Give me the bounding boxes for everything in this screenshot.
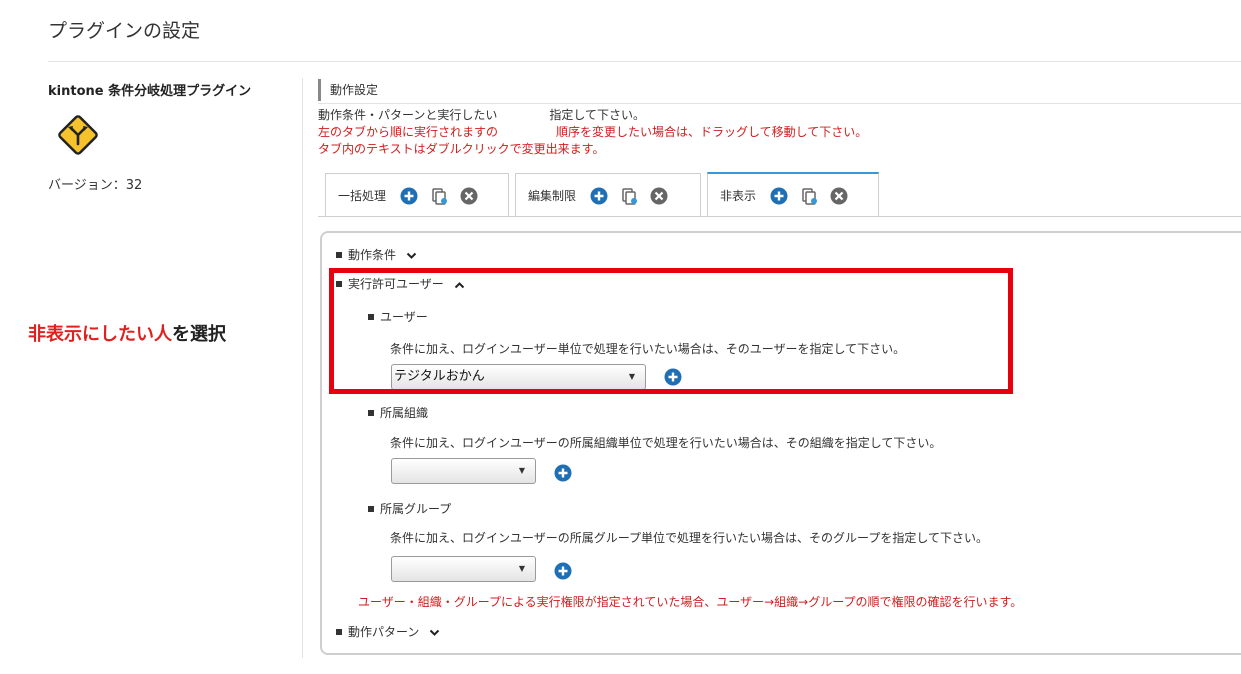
condition-toggle[interactable]: 動作条件 bbox=[336, 247, 417, 263]
plugin-version: バージョン：32 bbox=[48, 178, 143, 193]
tab-label: 非表示 bbox=[720, 189, 757, 203]
org-heading: 所属組織 bbox=[368, 405, 428, 421]
org-select[interactable]: ▼ bbox=[391, 458, 536, 484]
add-group-icon[interactable] bbox=[554, 562, 572, 580]
bullet-icon bbox=[368, 409, 374, 416]
settings-desc-1: 動作条件・パターンと実行したい 指定して下さい。 bbox=[318, 108, 646, 122]
add-tab-icon[interactable] bbox=[590, 187, 608, 205]
tab-hide[interactable]: 非表示 bbox=[707, 172, 879, 217]
annotation-callout: 非表示にしたい人を選択 bbox=[28, 320, 226, 346]
dropdown-arrow-icon: ▼ bbox=[518, 564, 525, 573]
diverge-road-sign-icon bbox=[58, 115, 98, 155]
plugin-name: kintone 条件分岐処理プラグイン bbox=[48, 84, 252, 99]
chevron-down-icon bbox=[406, 252, 417, 259]
group-desc: 条件に加え、ログインユーザーの所属グループ単位で処理を行いたい場合は、そのグルー… bbox=[390, 531, 988, 545]
highlight-box bbox=[329, 268, 1013, 394]
copy-tab-icon[interactable] bbox=[620, 187, 638, 205]
chevron-down-icon bbox=[430, 629, 440, 636]
delete-tab-icon[interactable] bbox=[830, 187, 848, 205]
tab-edit-restriction[interactable]: 編集制限 bbox=[515, 173, 701, 217]
bullet-icon bbox=[336, 628, 342, 635]
org-desc: 条件に加え、ログインユーザーの所属組織単位で処理を行いたい場合は、その組織を指定… bbox=[390, 436, 942, 450]
group-heading: 所属グループ bbox=[368, 501, 451, 517]
annotation-rest: を選択 bbox=[172, 324, 226, 345]
copy-tab-icon[interactable] bbox=[430, 187, 448, 205]
copy-tab-icon[interactable] bbox=[800, 187, 818, 205]
tab-bulk-process[interactable]: 一括処理 bbox=[325, 173, 509, 217]
add-org-icon[interactable] bbox=[554, 464, 572, 482]
annotation-highlight: 非表示にしたい人 bbox=[28, 324, 172, 345]
add-tab-icon[interactable] bbox=[400, 187, 418, 205]
delete-tab-icon[interactable] bbox=[460, 187, 478, 205]
add-tab-icon[interactable] bbox=[770, 187, 788, 205]
section-divider bbox=[318, 103, 1241, 104]
bullet-icon bbox=[368, 505, 374, 512]
tabs-baseline bbox=[318, 216, 1241, 217]
bullet-icon bbox=[336, 251, 342, 258]
sidebar-divider bbox=[302, 78, 303, 658]
title-divider bbox=[48, 61, 1241, 62]
dropdown-arrow-icon: ▼ bbox=[518, 466, 525, 475]
delete-tab-icon[interactable] bbox=[650, 187, 668, 205]
section-heading: 動作設定 bbox=[318, 79, 378, 101]
tab-label: 編集制限 bbox=[528, 189, 577, 203]
permission-note: ユーザー・組織・グループによる実行権限が指定されていた場合、ユーザー→組織→グル… bbox=[358, 595, 1023, 609]
pattern-toggle[interactable]: 動作パターン bbox=[336, 624, 440, 640]
settings-desc-2: 左のタブから順に実行されますの 順序を変更したい場合は、ドラッグして移動して下さい… bbox=[318, 125, 868, 139]
tab-label: 一括処理 bbox=[338, 189, 387, 203]
page-title: プラグインの設定 bbox=[48, 20, 201, 42]
group-select[interactable]: ▼ bbox=[391, 556, 536, 582]
settings-desc-3: タブ内のテキストはダブルクリックで変更出来ます。 bbox=[318, 142, 605, 156]
